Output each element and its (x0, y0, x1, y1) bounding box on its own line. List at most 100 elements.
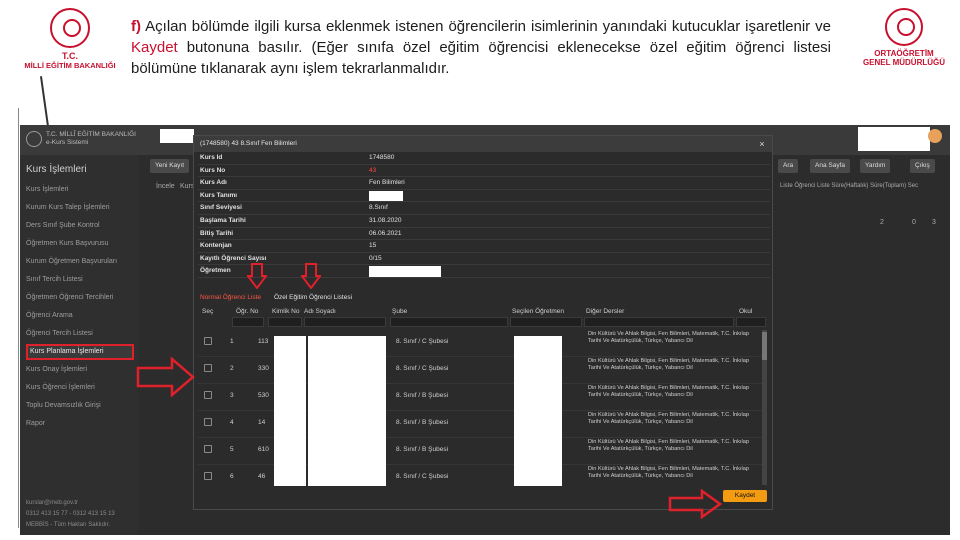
annotation-arrow-right-icon (136, 357, 195, 397)
user-avatar-icon[interactable] (928, 129, 942, 143)
row-diger-dersler: Din Kültürü Ve Ahlak Bilgisi, Fen Biliml… (588, 331, 749, 344)
filter-diger-dersler-input[interactable] (584, 317, 734, 327)
row-index: 3 (230, 392, 234, 399)
info-row: Kayıtlı Öğrenci Sayısı 0/15 (198, 253, 770, 266)
info-row: Kurs Id 1748580 (198, 152, 770, 165)
info-value: 15 (369, 242, 377, 250)
sidebar-item-kurum-kurs-talep[interactable]: Kurum Kurs Talep İşlemleri (26, 200, 134, 216)
logout-button[interactable]: Çıkış (910, 159, 935, 173)
scrollbar-thumb[interactable] (762, 332, 767, 360)
sidebar-item-ogretmen-ogrenci-tercihleri[interactable]: Öğretmen Öğrenci Tercihleri (26, 290, 134, 306)
col-sube[interactable]: Şube (392, 307, 407, 317)
instruction-part1: Açılan bölümde ilgili kursa eklenmek ist… (141, 18, 831, 35)
row-sube: 8. Sınıf / B Şubesi (396, 392, 449, 399)
sidebar-item-ders-sinif-sube[interactable]: Ders Sınıf Şube Kontrol (26, 218, 134, 234)
filter-sube-input[interactable] (390, 317, 508, 327)
tab-normal-ogrenci[interactable]: Normal Öğrenci Liste (200, 293, 261, 303)
info-value: 31.08.2020 (369, 217, 402, 224)
help-button[interactable]: Yardım (860, 159, 891, 173)
sidebar-item-ogretmen-kurs-basvurusu[interactable]: Öğretmen Kurs Başvurusu (26, 236, 134, 252)
footer-copyright: MEBBİS - Tüm Hakları Saklıdır. (26, 522, 110, 528)
save-button[interactable]: Kaydet (723, 490, 767, 502)
info-row: Öğretmen (198, 265, 770, 278)
search-button[interactable]: Ara (778, 159, 799, 173)
col-kimlik-no[interactable]: Kimlik No (272, 307, 299, 317)
col-sec[interactable]: Seç (202, 307, 213, 317)
redacted-kimlik-column (274, 336, 306, 486)
app-screenshot: T.C. MİLLÎ EĞİTİM BAKANLIĞI e-Kurs Siste… (20, 125, 950, 535)
sidebar-item-kurum-ogretmen-basvurulari[interactable]: Kurum Öğretmen Başvuruları (26, 254, 134, 270)
row-ogr-no: 46 (258, 473, 266, 480)
row-ogr-no: 610 (258, 446, 269, 453)
bg-cell-value: 2 (880, 219, 884, 226)
filter-okul-input[interactable] (736, 317, 766, 327)
row-diger-dersler: Din Kültürü Ve Ahlak Bilgisi, Fen Biliml… (588, 439, 749, 452)
col-okul[interactable]: Okul (739, 307, 752, 317)
new-record-button[interactable]: Yeni Kayıt (150, 159, 190, 173)
row-index: 6 (230, 473, 234, 480)
tab-ozel-egitim[interactable]: Özel Eğitim Öğrenci Listesi (274, 293, 352, 303)
sidebar: Kurs İşlemleri Kurs İşlemleri Kurum Kurs… (20, 155, 138, 535)
sidebar-item-kurs-onay[interactable]: Kurs Onay İşlemleri (26, 362, 134, 378)
sidebar-item-ogrenci-arama[interactable]: Öğrenci Arama (26, 308, 134, 324)
sidebar-item-ogrenci-tercih-listesi[interactable]: Öğrenci Tercih Listesi (26, 326, 134, 342)
row-select-checkbox[interactable] (204, 472, 212, 480)
filter-adi-soyadi-input[interactable] (304, 317, 386, 327)
col-ogr-no[interactable]: Öğr. No (236, 307, 258, 317)
bg-col-liste: Liste (780, 183, 793, 189)
bg-cell-value: 3 (932, 219, 936, 226)
ogm-logo: ORTAÖĞRETİM GENEL MÜDÜRLÜĞÜ (856, 8, 952, 78)
step-label: f) (131, 18, 141, 35)
meb-logo: T.C. MİLLİ EĞİTİM BAKANLIĞI (20, 8, 120, 78)
annotation-arrow-right-icon (668, 489, 722, 519)
info-row: Başlama Tarihi 31.08.2020 (198, 215, 770, 228)
redacted-area (369, 266, 441, 278)
info-label: Başlama Tarihi (200, 217, 246, 224)
student-table-body: 1 113 8. Sınıf / C Şubesi Din Kültürü Ve… (198, 330, 766, 490)
filter-ogr-no-input[interactable] (232, 317, 264, 327)
row-index: 1 (230, 338, 234, 345)
info-label: Öğretmen (200, 267, 231, 275)
row-ogr-no: 113 (258, 338, 269, 345)
row-diger-dersler: Din Kültürü Ve Ahlak Bilgisi, Fen Biliml… (588, 385, 749, 398)
sidebar-item-rapor[interactable]: Rapor (26, 416, 134, 432)
redacted-teacher-column (514, 336, 562, 486)
ogm-logo-line1: ORTAÖĞRETİM (874, 49, 934, 58)
row-select-checkbox[interactable] (204, 445, 212, 453)
footer-phone: 0312 413 15 77 - 0312 413 15 13 (26, 511, 115, 517)
sidebar-item-kurs-islemleri[interactable]: Kurs İşlemleri (26, 182, 134, 198)
sidebar-item-sinif-tercih-listesi[interactable]: Sınıf Tercih Listesi (26, 272, 134, 288)
info-row: Kurs Adı Fen Bilimleri (198, 177, 770, 190)
bg-cell-incele[interactable]: İncele (156, 183, 175, 190)
filter-ogretmen-input[interactable] (510, 317, 582, 327)
ogm-seal-icon (885, 8, 923, 46)
table-scrollbar[interactable] (762, 330, 767, 485)
col-diger-dersler[interactable]: Diğer Dersler (586, 307, 624, 317)
meb-small-logo-icon (26, 131, 42, 147)
bg-col-sure-toplam: Süre(Toplam) (870, 183, 907, 189)
row-select-checkbox[interactable] (204, 337, 212, 345)
row-select-checkbox[interactable] (204, 391, 212, 399)
sidebar-item-kurs-ogrenci[interactable]: Kurs Öğrenci İşlemleri (26, 380, 134, 396)
redacted-area (160, 129, 194, 143)
app-brand-line2: e-Kurs Sistemi (46, 139, 89, 146)
info-value: 43 (369, 166, 377, 174)
redacted-name-column (308, 336, 386, 486)
instruction-keyword: Kaydet (131, 39, 178, 56)
row-index: 2 (230, 365, 234, 372)
row-sube: 8. Sınıf / B Şubesi (396, 419, 449, 426)
col-secilen-ogretmen[interactable]: Seçilen Öğretmen (512, 307, 564, 317)
redacted-area (369, 190, 403, 201)
app-brand: T.C. MİLLÎ EĞİTİM BAKANLIĞI e-Kurs Siste… (26, 131, 146, 151)
col-adi-soyadi[interactable]: Adı Soyadı (304, 307, 336, 317)
home-button[interactable]: Ana Sayfa (810, 159, 850, 173)
row-select-checkbox[interactable] (204, 364, 212, 372)
row-select-checkbox[interactable] (204, 418, 212, 426)
info-label: Sınıf Seviyesi (200, 204, 242, 212)
meb-logo-line1: T.C. (61, 51, 78, 61)
sidebar-item-kurs-planlama[interactable]: Kurs Planlama İşlemleri (26, 344, 134, 360)
filter-kimlik-no-input[interactable] (268, 317, 302, 327)
sidebar-item-toplu-devamsizlik[interactable]: Toplu Devamsızlık Girişi (26, 398, 134, 414)
redacted-area (858, 127, 930, 151)
close-icon[interactable]: × (756, 138, 768, 150)
